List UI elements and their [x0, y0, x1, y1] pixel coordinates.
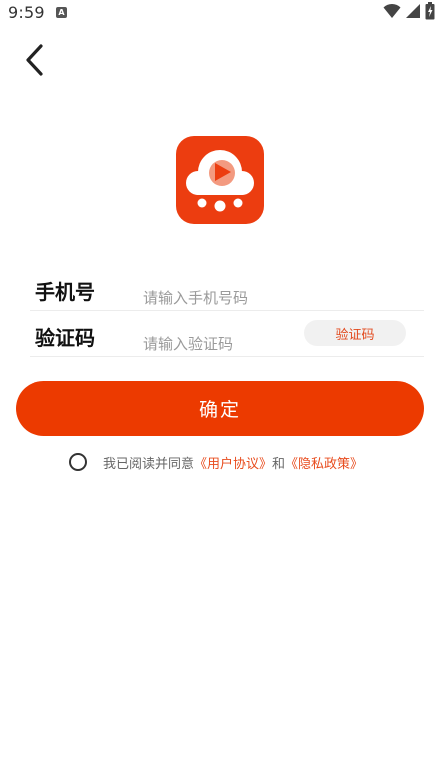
confirm-button[interactable]: 确定	[16, 381, 424, 436]
code-label: 验证码	[35, 326, 95, 350]
wifi-icon	[383, 3, 401, 23]
agree-checkbox[interactable]	[69, 453, 87, 471]
phone-label: 手机号	[35, 280, 95, 304]
back-button[interactable]	[14, 42, 54, 82]
get-code-button[interactable]: 验证码	[304, 320, 406, 346]
agreement-row: 我已阅读并同意 《用户协议》 和 《隐私政策》	[69, 452, 363, 472]
battery-icon	[425, 2, 435, 24]
user-agreement-link[interactable]: 《用户协议》	[194, 453, 272, 472]
signal-icon	[405, 3, 421, 23]
status-icons	[383, 2, 435, 24]
privacy-policy-link[interactable]: 《隐私政策》	[285, 453, 363, 472]
phone-row: 手机号	[30, 266, 424, 311]
agreement-connector: 和	[272, 456, 286, 472]
phone-input[interactable]	[143, 287, 303, 309]
code-input[interactable]	[143, 333, 303, 355]
status-app-icon: A	[56, 7, 67, 18]
code-row: 验证码 验证码	[30, 312, 424, 357]
chevron-left-icon	[23, 43, 45, 81]
status-bar: 9:59 A	[0, 0, 439, 26]
video-cloud-logo-icon	[186, 150, 254, 212]
agreement-prefix: 我已阅读并同意	[103, 456, 195, 472]
status-time: 9:59	[8, 3, 45, 22]
app-logo	[176, 136, 264, 224]
